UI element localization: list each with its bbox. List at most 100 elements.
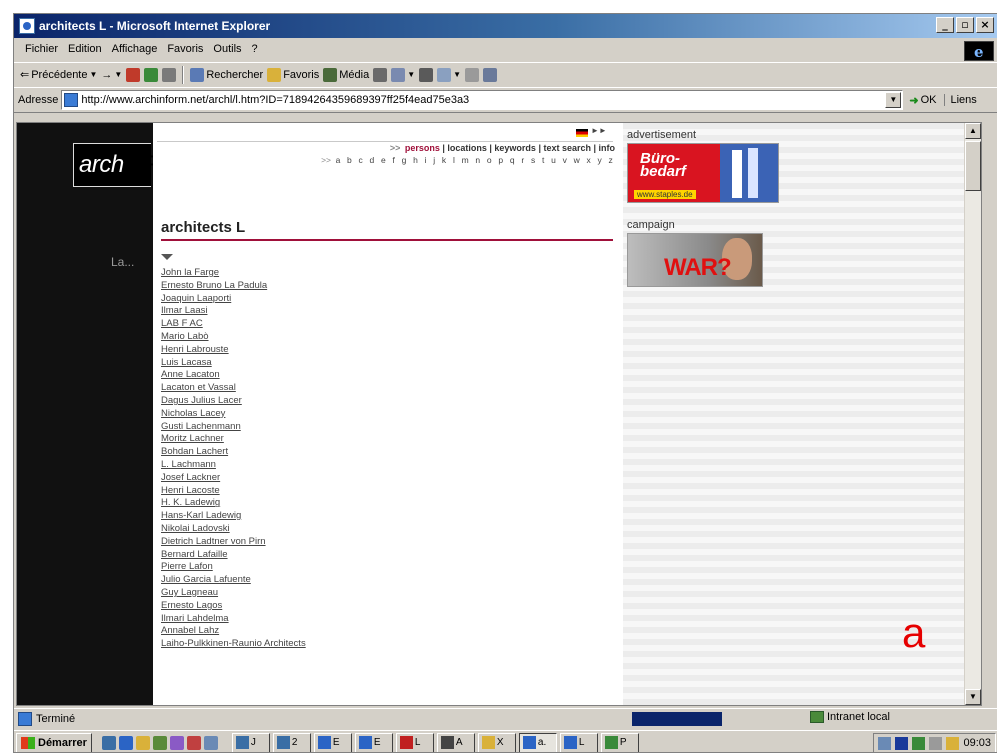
german-flag-icon[interactable] (576, 129, 588, 137)
address-input[interactable]: http://www.archinform.net/archl/l.htm?ID… (61, 90, 904, 110)
nav-other-links[interactable]: | locations | keywords | text search | i… (440, 143, 615, 153)
edit-dropdown-icon[interactable]: ▼ (453, 70, 461, 79)
network-icon[interactable] (912, 736, 926, 750)
vertical-scrollbar[interactable]: ▲ ▼ (964, 123, 981, 705)
word-icon[interactable] (203, 735, 218, 750)
taskbar-button[interactable]: a. (518, 732, 557, 752)
media-button[interactable]: Média (323, 67, 369, 82)
architect-link[interactable]: Luis Lacasa (161, 357, 212, 368)
architect-link[interactable]: Hans-Karl Ladewig (161, 510, 241, 521)
taskbar-button[interactable]: A (436, 732, 475, 752)
sort-down-icon[interactable] (161, 254, 173, 260)
menu-fichier[interactable]: Fichier (20, 43, 63, 55)
taskbar-button[interactable]: E (354, 732, 393, 752)
campaign-banner[interactable]: WAR? (627, 233, 763, 287)
architect-link[interactable]: Moritz Lachner (161, 433, 224, 444)
taskbar-button[interactable]: P (600, 732, 639, 752)
go-button[interactable]: ➜ OK (909, 94, 936, 107)
back-button[interactable]: ⇐ Précédente ▼ (20, 68, 97, 82)
mail-dropdown-icon[interactable]: ▼ (407, 70, 415, 79)
architect-link[interactable]: Bernard Lafaille (161, 549, 228, 560)
architect-link[interactable]: Guy Lagneau (161, 587, 218, 598)
architect-link[interactable]: Dietrich Ladtner von Pirn (161, 536, 266, 547)
architect-link[interactable]: Ilmar Laasi (161, 305, 207, 316)
taskbar-button[interactable]: E (313, 732, 352, 752)
architect-link[interactable]: Bohdan Lachert (161, 446, 228, 457)
explorer-icon[interactable] (135, 735, 150, 750)
home-icon[interactable] (162, 67, 177, 82)
scroll-thumb[interactable] (965, 141, 981, 191)
forward-dropdown-icon[interactable]: ▼ (114, 70, 122, 79)
maximize-button[interactable]: ▫ (956, 17, 974, 33)
mail-button[interactable]: ▼ (391, 67, 415, 82)
search-button[interactable]: Rechercher (190, 67, 263, 82)
menu-affichage[interactable]: Affichage (107, 43, 163, 55)
architect-link[interactable]: Anne Lacaton (161, 369, 220, 380)
alphabet-letters[interactable]: a b c d e f g h i j k l m n o p q r s t … (336, 155, 615, 165)
architect-link[interactable]: Julio Garcia Lafuente (161, 574, 251, 585)
architect-link[interactable]: Ernesto Lagos (161, 600, 222, 611)
nav-persons[interactable]: persons (405, 143, 440, 153)
architect-link[interactable]: Annabel Lahz (161, 625, 219, 636)
clock[interactable]: 09:03 (963, 737, 991, 749)
favorites-button[interactable]: Favoris (267, 67, 319, 82)
architect-link[interactable]: Lacaton et Vassal (161, 382, 236, 393)
architect-link[interactable]: Ernesto Bruno La Padula (161, 280, 267, 291)
edit-button[interactable]: ▼ (437, 67, 461, 82)
taskbar-button[interactable]: 2 (272, 732, 311, 752)
speaker-icon[interactable] (878, 736, 892, 750)
list-item: Gusti Lachenmann (161, 421, 306, 434)
messenger-icon[interactable] (483, 67, 498, 82)
architect-link[interactable]: Laiho-Pulkkinen-Raunio Architects (161, 638, 306, 649)
menu-edition[interactable]: Edition (63, 43, 107, 55)
taskbar-button[interactable]: L (395, 732, 434, 752)
taskbar-button[interactable]: X (477, 732, 516, 752)
discuss-icon[interactable] (465, 67, 480, 82)
links-button[interactable]: Liens (944, 94, 977, 106)
media-player-icon[interactable] (169, 735, 184, 750)
architect-link[interactable]: H. K. Ladewig (161, 497, 220, 508)
antivirus-icon[interactable] (929, 736, 943, 750)
taskbar-button[interactable]: L (559, 732, 598, 752)
architect-link[interactable]: Joaquin Laaporti (161, 293, 231, 304)
architect-link[interactable]: Mario Labò (161, 331, 209, 342)
architect-link[interactable]: Nicholas Lacey (161, 408, 225, 419)
language-icon[interactable] (895, 736, 909, 750)
history-icon[interactable] (373, 67, 388, 82)
taskbar-button[interactable]: J (231, 732, 270, 752)
left-nav-link[interactable]: La... (111, 255, 134, 269)
print-icon[interactable] (419, 67, 434, 82)
title-bar[interactable]: architects L - Microsoft Internet Explor… (14, 14, 997, 38)
architect-link[interactable]: John la Farge (161, 267, 219, 278)
architect-link[interactable]: Dagus Julius Lacer (161, 395, 242, 406)
architect-link[interactable]: Henri Lacoste (161, 485, 220, 496)
architect-link[interactable]: Josef Lackner (161, 472, 220, 483)
minimize-button[interactable]: _ (936, 17, 954, 33)
advertisement-banner[interactable]: Büro-bedarf www.staples.de (627, 143, 779, 203)
start-button[interactable]: Démarrer (16, 732, 92, 752)
menu-help[interactable]: ? (247, 43, 263, 55)
stop-icon[interactable] (126, 67, 141, 82)
architect-link[interactable]: Ilmari Lahdelma (161, 613, 229, 624)
refresh-icon[interactable] (144, 67, 159, 82)
messenger-tray-icon[interactable] (946, 736, 960, 750)
menu-outils[interactable]: Outils (208, 43, 246, 55)
scroll-down-button[interactable]: ▼ (965, 689, 981, 705)
ie-icon[interactable] (118, 735, 133, 750)
address-url[interactable]: http://www.archinform.net/archl/l.htm?ID… (81, 94, 469, 106)
scroll-up-button[interactable]: ▲ (965, 123, 981, 139)
close-button[interactable]: × (976, 17, 994, 33)
architect-link[interactable]: LAB F AC (161, 318, 203, 329)
back-dropdown-icon[interactable]: ▼ (89, 70, 97, 79)
outlook-icon[interactable] (186, 735, 201, 750)
architect-link[interactable]: Nikolai Ladovski (161, 523, 230, 534)
architect-link[interactable]: Henri Labrouste (161, 344, 229, 355)
app-icon[interactable] (152, 735, 167, 750)
address-dropdown-icon[interactable]: ▼ (885, 92, 902, 108)
architect-link[interactable]: Pierre Lafon (161, 561, 213, 572)
forward-button[interactable]: → ▼ (101, 69, 122, 81)
architect-link[interactable]: Gusti Lachenmann (161, 421, 241, 432)
menu-favoris[interactable]: Favoris (162, 43, 208, 55)
architect-link[interactable]: L. Lachmann (161, 459, 216, 470)
desktop-icon[interactable] (101, 735, 116, 750)
